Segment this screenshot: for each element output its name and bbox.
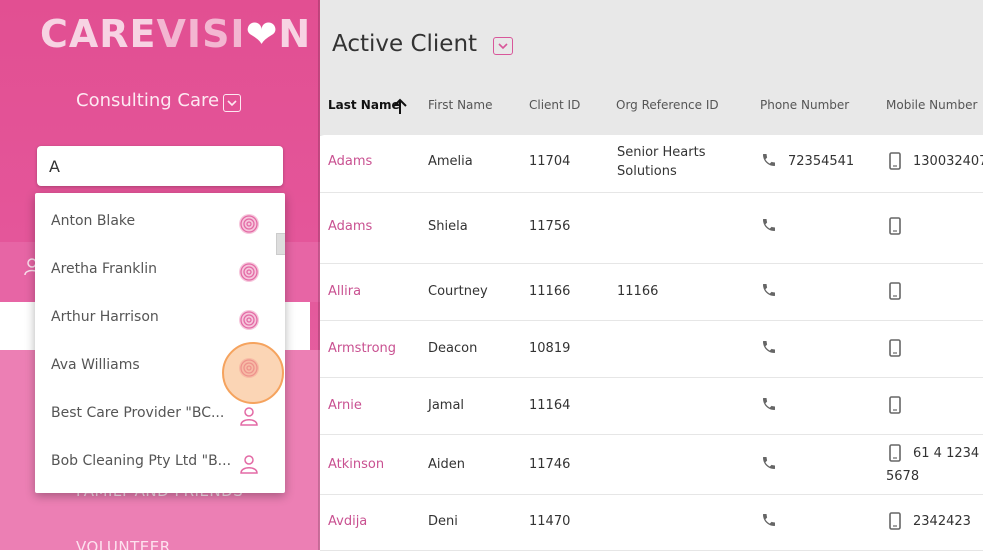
target-icon[interactable] — [237, 260, 261, 284]
person-icon[interactable] — [237, 404, 261, 428]
table-row[interactable] — [320, 435, 983, 495]
dropdown-item-label: Anton Blake — [51, 213, 136, 229]
dropdown-item-label: Ava Williams — [51, 357, 140, 373]
client-last-name-link[interactable]: Avdija — [328, 514, 367, 529]
client-id: 11746 — [529, 457, 571, 472]
page-title: Active Client — [332, 31, 478, 57]
column-header-last-name[interactable]: Last Name — [328, 98, 400, 112]
phone-number: 72354541 — [788, 154, 855, 169]
mobile-icon[interactable] — [888, 396, 902, 419]
main-header — [320, 0, 983, 135]
dropdown-item[interactable]: Bob Cleaning Pty Ltd "B... — [35, 439, 285, 487]
logo-n-text: N — [278, 12, 312, 56]
client-last-name-link[interactable]: Adams — [328, 219, 372, 234]
mobile-number: 61 4 1234 — [913, 446, 980, 461]
mobile-icon[interactable] — [888, 152, 902, 175]
sort-ascending-icon[interactable] — [392, 97, 408, 115]
client-id: 11164 — [529, 398, 571, 413]
phone-icon[interactable] — [761, 396, 777, 417]
phone-icon[interactable] — [761, 282, 777, 303]
org-name[interactable]: Consulting Care — [76, 90, 219, 111]
client-last-name-link[interactable]: Adams — [328, 154, 372, 169]
mobile-icon[interactable] — [888, 444, 902, 467]
logo-vision-text: VISI — [156, 12, 246, 56]
phone-icon[interactable] — [761, 455, 777, 476]
mobile-number: 2342423 — [913, 514, 971, 529]
phone-icon[interactable] — [761, 339, 777, 360]
org-reference-id: 11166 — [617, 284, 659, 299]
mobile-icon[interactable] — [888, 217, 902, 240]
chevron-down-icon[interactable] — [223, 94, 241, 112]
table-row[interactable] — [320, 378, 983, 435]
dropdown-item[interactable]: Anton Blake — [35, 199, 285, 247]
client-last-name-link[interactable]: Atkinson — [328, 457, 384, 472]
table-row[interactable] — [320, 321, 983, 378]
dropdown-item[interactable]: Aretha Franklin — [35, 247, 285, 295]
dropdown-item[interactable]: Arthur Harrison — [35, 295, 285, 343]
nav-volunteer[interactable]: VOLUNTEER — [76, 538, 171, 550]
client-last-name-link[interactable]: Arnie — [328, 398, 362, 413]
column-header-phone-number[interactable]: Phone Number — [760, 98, 849, 112]
dropdown-item-label: Aretha Franklin — [51, 261, 158, 277]
column-header-mobile-number[interactable]: Mobile Number — [886, 98, 977, 112]
dropdown-item-label: Bob Cleaning Pty Ltd "B... — [51, 453, 232, 469]
table-row[interactable] — [320, 495, 983, 551]
dropdown-item-label: Arthur Harrison — [51, 309, 159, 325]
carevision-logo[interactable]: CAREVISI❤N — [40, 12, 311, 56]
mobile-icon[interactable] — [888, 512, 902, 535]
client-id: 11470 — [529, 514, 571, 529]
heart-icon: ❤ — [245, 12, 279, 56]
logo-care-text: CARE — [40, 12, 157, 56]
client-first-name: Courtney — [428, 284, 488, 299]
mobile-icon[interactable] — [888, 282, 902, 305]
click-highlight — [222, 342, 284, 404]
client-id: 11166 — [529, 284, 571, 299]
person-icon[interactable] — [237, 452, 261, 476]
phone-icon[interactable] — [761, 217, 777, 238]
client-last-name-link[interactable]: Allira — [328, 284, 361, 299]
client-first-name: Aiden — [428, 457, 465, 472]
client-search-input[interactable] — [37, 146, 283, 186]
column-header-org-reference-id[interactable]: Org Reference ID — [616, 98, 719, 112]
target-icon[interactable] — [237, 212, 261, 236]
table-row[interactable] — [320, 193, 983, 264]
mobile-number: 1300324070 — [913, 154, 983, 169]
client-first-name: Jamal — [428, 398, 465, 413]
org-reference-id: Senior Hearts — [617, 145, 706, 160]
client-id: 11756 — [529, 219, 571, 234]
client-first-name: Deni — [428, 514, 458, 529]
client-first-name: Deacon — [428, 341, 478, 356]
column-header-client-id[interactable]: Client ID — [529, 98, 580, 112]
phone-icon[interactable] — [761, 512, 777, 533]
client-id: 10819 — [529, 341, 571, 356]
client-last-name-link[interactable]: Armstrong — [328, 341, 396, 356]
phone-icon[interactable] — [761, 152, 777, 173]
org-reference-id-line2: Solutions — [617, 164, 677, 179]
mobile-icon[interactable] — [888, 339, 902, 362]
target-icon[interactable] — [237, 308, 261, 332]
chevron-down-icon[interactable] — [493, 37, 513, 55]
client-id: 11704 — [529, 154, 571, 169]
client-first-name: Amelia — [428, 154, 473, 169]
mobile-number-line2: 5678 — [886, 469, 920, 484]
column-header-first-name[interactable]: First Name — [428, 98, 492, 112]
dropdown-item-label: Best Care Provider "BC... — [51, 405, 225, 421]
client-first-name: Shiela — [428, 219, 468, 234]
